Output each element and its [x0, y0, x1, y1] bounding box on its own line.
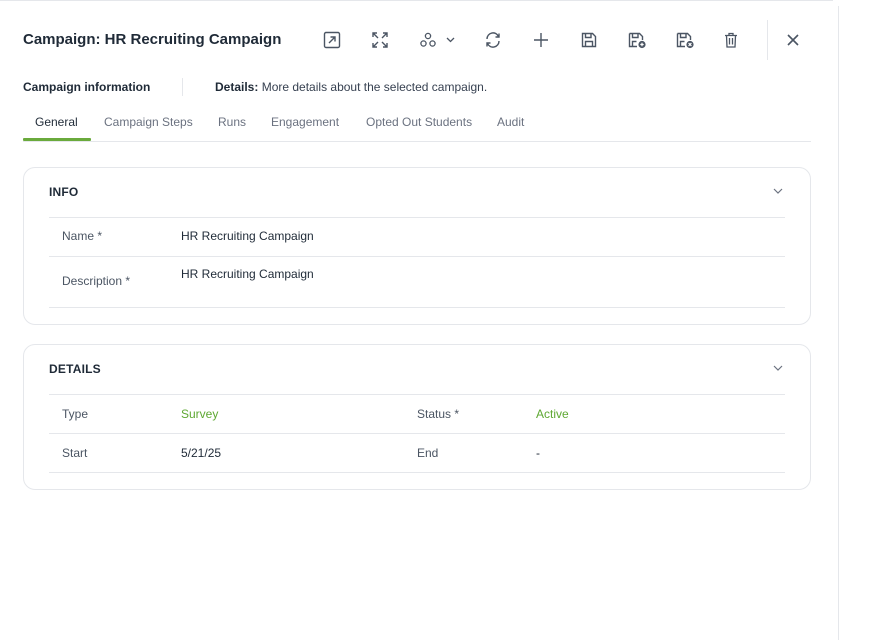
name-field[interactable]: HR Recruiting Campaign: [181, 229, 314, 243]
save-icon: [581, 32, 597, 48]
add-button[interactable]: [529, 28, 553, 52]
tab-audit[interactable]: Audit: [497, 115, 524, 129]
row-divider: [49, 256, 785, 257]
active-tab-indicator: [23, 138, 91, 141]
close-icon: [787, 34, 799, 46]
row-divider: [49, 217, 785, 218]
details-card-title: DETAILS: [49, 362, 101, 376]
save-button[interactable]: [577, 28, 601, 52]
details-collapse-toggle[interactable]: [772, 361, 784, 379]
save-and-close-button[interactable]: [673, 28, 697, 52]
chevron-down-icon: [773, 365, 783, 371]
details-card: DETAILS Type Survey Status * Active Star…: [23, 344, 811, 490]
tab-campaign-steps[interactable]: Campaign Steps: [104, 115, 193, 129]
start-label: Start: [62, 446, 88, 460]
expand-icon: [372, 32, 388, 48]
page-title: Campaign: HR Recruiting Campaign: [23, 31, 282, 48]
row-divider: [49, 433, 785, 434]
name-label: Name *: [62, 229, 103, 243]
tab-opted-out-students[interactable]: Opted Out Students: [366, 115, 472, 129]
workflow-dropdown-button[interactable]: [416, 28, 458, 52]
row-divider: [49, 307, 785, 308]
add-icon: [534, 33, 548, 47]
top-divider: [0, 0, 833, 1]
toolbar-divider: [767, 20, 768, 60]
subheader-divider: [182, 78, 183, 96]
workflow-dropdown-icon: [420, 32, 455, 47]
start-value[interactable]: 5/21/25: [181, 446, 221, 460]
details-description: Details: More details about the selected…: [215, 80, 487, 94]
tab-general[interactable]: General: [35, 115, 78, 129]
delete-icon: [725, 32, 737, 48]
row-divider: [49, 472, 785, 473]
status-value[interactable]: Active: [536, 407, 569, 421]
type-label: Type: [62, 407, 89, 421]
type-value[interactable]: Survey: [181, 407, 218, 421]
end-label: End: [417, 446, 439, 460]
status-label: Status *: [417, 407, 460, 421]
open-external-icon: [323, 31, 341, 49]
details-label: Details:: [215, 80, 259, 94]
section-title: Campaign information: [23, 80, 151, 94]
expand-button[interactable]: [368, 28, 392, 52]
description-field[interactable]: HR Recruiting Campaign: [181, 267, 314, 281]
refresh-icon: [486, 32, 500, 48]
panel-edge: [838, 6, 839, 640]
info-collapse-toggle[interactable]: [772, 184, 784, 202]
end-value[interactable]: -: [536, 446, 540, 460]
open-external-button[interactable]: [320, 28, 344, 52]
refresh-button[interactable]: [481, 28, 505, 52]
delete-button[interactable]: [719, 28, 743, 52]
save-and-new-button[interactable]: [625, 28, 649, 52]
tab-engagement[interactable]: Engagement: [271, 115, 339, 129]
campaign-panel: Campaign: HR Recruiting Campaign Campaig…: [0, 0, 836, 640]
close-button[interactable]: [781, 28, 805, 52]
description-label: Description *: [62, 274, 131, 288]
info-card: INFO Name * HR Recruiting Campaign Descr…: [23, 167, 811, 325]
save-and-close-icon: [676, 32, 694, 49]
details-text: More details about the selected campaign…: [261, 80, 488, 94]
chevron-down-icon: [773, 188, 783, 194]
row-divider: [49, 394, 785, 395]
tab-bar: General Campaign Steps Runs Engagement O…: [23, 110, 811, 142]
info-card-title: INFO: [49, 185, 79, 199]
save-and-new-icon: [628, 32, 646, 49]
tab-runs[interactable]: Runs: [218, 115, 246, 129]
